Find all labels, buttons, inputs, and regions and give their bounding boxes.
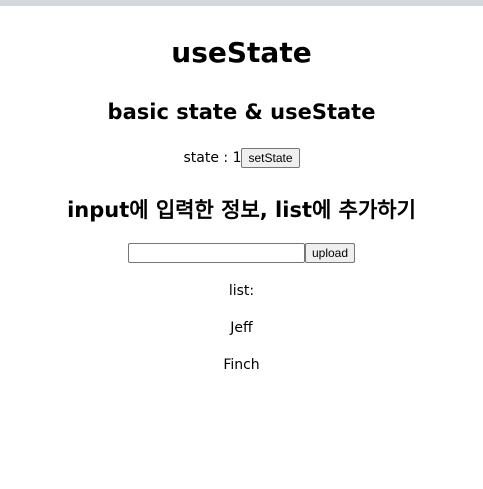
list-label: list: — [228, 283, 255, 299]
list-input[interactable] — [127, 243, 305, 263]
state-label: state : 1 — [183, 150, 242, 166]
page-title: useState — [171, 36, 312, 69]
browser-top-bar — [0, 0, 483, 6]
section-heading-input-list: input에 입력한 정보, list에 추가하기 — [67, 198, 416, 222]
upload-button[interactable]: upload — [304, 243, 356, 263]
list-item: Finch — [223, 357, 260, 373]
upload-row: upload — [0, 243, 483, 263]
list-item: Jeff — [230, 320, 253, 336]
set-state-button[interactable]: setState — [241, 148, 300, 168]
state-row: state : 1 setState — [0, 148, 483, 168]
section-heading-basic-state: basic state & useState — [107, 100, 376, 124]
